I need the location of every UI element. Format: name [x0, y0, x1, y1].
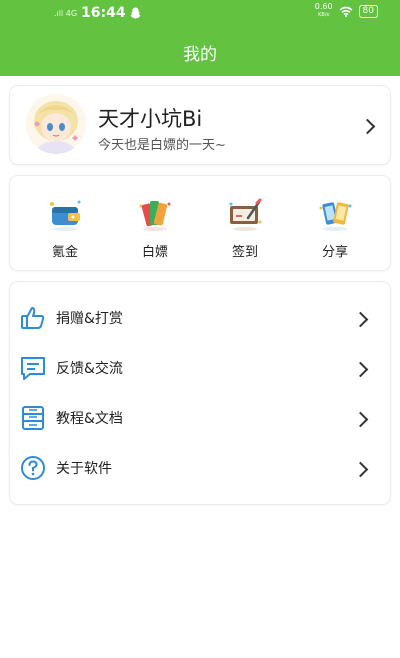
menu-item-label: 教程&文档: [56, 411, 123, 427]
action-label: 氪金: [51, 245, 78, 260]
profile-subtitle: 今天也是白嫖的一天~: [98, 138, 226, 153]
status-bar: .ıll 4G 16:44 0.60 KB/s 80: [0, 0, 400, 26]
menu-card: 捐赠&打赏 反馈&交流 教程&文档 关于软件: [10, 282, 390, 504]
snapchat-notification-icon: [129, 7, 141, 19]
share-phones-icon: [319, 202, 352, 231]
quick-actions-card: 氪金 白嫖 签到 分享: [10, 176, 390, 270]
menu-item-feedback[interactable]: 反馈&交流: [10, 343, 390, 393]
menu-item-docs[interactable]: 教程&文档: [10, 393, 390, 443]
profile-card[interactable]: 天才小坑Bi 今天也是白嫖的一天~: [10, 86, 390, 164]
menu-item-donate[interactable]: 捐赠&打赏: [10, 293, 390, 343]
menu-item-label: 捐赠&打赏: [56, 311, 123, 327]
chevron-right-icon: [352, 461, 369, 478]
menu-item-label: 反馈&交流: [56, 361, 123, 377]
page-title: 我的: [183, 45, 217, 65]
avatar-image: [26, 94, 86, 154]
sign-board-icon: [229, 198, 262, 231]
battery-icon: 80: [358, 4, 378, 18]
chevron-right-icon: [352, 361, 369, 378]
action-freebie[interactable]: 白嫖: [115, 176, 195, 270]
cards-icon: [139, 201, 171, 231]
action-label: 分享: [321, 245, 348, 260]
action-share[interactable]: 分享: [295, 176, 375, 270]
app-header: .ıll 4G 16:44 0.60 KB/s 80 我的: [0, 0, 400, 76]
document-icon: [22, 406, 44, 430]
wifi-icon: [339, 6, 353, 17]
menu-item-label: 关于软件: [56, 461, 112, 477]
action-checkin[interactable]: 签到: [205, 176, 285, 270]
signal-icon: .ıll 4G: [54, 8, 78, 18]
profile-name: 天才小坑Bi: [98, 107, 203, 131]
wallet-icon: [50, 200, 81, 231]
thumbs-up-icon: [21, 307, 45, 329]
status-time: 16:44: [81, 5, 126, 21]
action-label: 白嫖: [141, 245, 168, 260]
help-icon: [21, 456, 45, 480]
chevron-right-icon: [359, 118, 376, 135]
chevron-right-icon: [352, 411, 369, 428]
action-label: 签到: [231, 245, 258, 260]
action-recharge[interactable]: 氪金: [25, 176, 105, 270]
chevron-right-icon: [352, 311, 369, 328]
chat-icon: [21, 357, 45, 380]
menu-item-about[interactable]: 关于软件: [10, 443, 390, 493]
avatar[interactable]: [26, 94, 86, 154]
network-speed: 0.60 KB/s: [314, 2, 333, 19]
